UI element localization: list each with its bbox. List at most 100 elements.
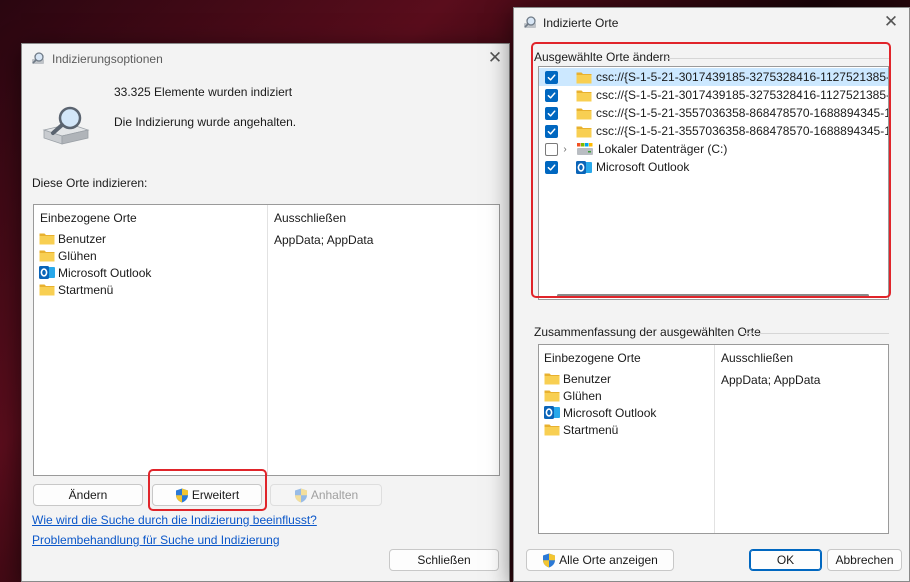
list-item-label: Glühen [58, 248, 97, 263]
tree-item-label: csc://{S-1-5-21-3557036358-868478570-168… [596, 124, 889, 138]
tree-item[interactable]: csc://{S-1-5-21-3557036358-868478570-168… [539, 122, 888, 140]
show-all-locations-button[interactable]: Alle Orte anzeigen [526, 549, 674, 571]
change-locations-group-label: Ausgewählte Orte ändern [534, 50, 671, 64]
checkbox[interactable] [545, 106, 558, 120]
index-locations-label: Diese Orte indizieren: [32, 176, 148, 190]
checkbox[interactable] [545, 160, 558, 174]
tree-item-label: Lokaler Datenträger (C:) [598, 142, 728, 156]
list-item-label: Benutzer [58, 231, 107, 246]
list-item-label: Microsoft Outlook [58, 265, 152, 280]
indexing-options-icon [522, 15, 538, 31]
tree-item[interactable]: Microsoft Outlook [539, 158, 888, 176]
change-button-label: Ändern [68, 488, 108, 502]
locations-tree[interactable]: csc://{S-1-5-21-3017439185-3275328416-11… [538, 66, 889, 300]
search-impact-link[interactable]: Wie wird die Suche durch die Indizierung… [32, 513, 317, 527]
indexed-locations-window: Indizierte Orte ✕ Ausgewählte Orte änder… [513, 7, 910, 582]
tree-item-label: csc://{S-1-5-21-3557036358-868478570-168… [596, 106, 889, 120]
group-divider [666, 58, 889, 59]
checkbox[interactable] [545, 70, 558, 84]
indexing-options-window: Indizierungsoptionen ✕ 33.325 Elemente w… [21, 43, 510, 582]
folder-icon [544, 372, 560, 385]
included-column-header: Einbezogene Orte [40, 211, 137, 225]
folder-icon [576, 125, 592, 138]
list-item: Benutzer [39, 230, 106, 247]
group-divider [743, 333, 889, 334]
horizontal-scrollbar[interactable] [557, 294, 869, 297]
outlook-icon [576, 160, 592, 175]
advanced-button-label: Erweitert [191, 488, 240, 502]
folder-icon [544, 423, 560, 436]
uac-shield-icon [542, 553, 556, 568]
check-icon [547, 127, 556, 136]
tree-item[interactable]: csc://{S-1-5-21-3017439185-3275328416-11… [539, 86, 888, 104]
uac-shield-icon [175, 488, 189, 503]
tree-item-label: csc://{S-1-5-21-3017439185-3275328416-11… [596, 88, 889, 102]
list-item: Glühen [39, 247, 97, 264]
window-title: Indizierte Orte [543, 16, 619, 30]
list-item: Startmenü [544, 421, 618, 438]
check-icon [547, 163, 556, 172]
column-divider [714, 345, 715, 533]
tree-item[interactable]: › Lokaler Datenträger (C:) [539, 140, 888, 158]
column-divider [267, 205, 268, 475]
tree-item[interactable]: csc://{S-1-5-21-3017439185-3275328416-11… [539, 68, 888, 86]
folder-icon [39, 283, 55, 296]
ok-button[interactable]: OK [749, 549, 822, 571]
summary-group-label: Zusammenfassung der ausgewählten Orte [534, 325, 761, 339]
tree-item-label: Microsoft Outlook [596, 160, 690, 174]
outlook-icon [544, 405, 560, 420]
included-column-header: Einbezogene Orte [544, 351, 641, 365]
excluded-column-header: Ausschließen [721, 351, 794, 365]
check-icon [547, 91, 556, 100]
list-item-label: Microsoft Outlook [563, 405, 657, 420]
chevron-right-icon[interactable]: › [558, 144, 572, 155]
change-button[interactable]: Ändern [33, 484, 143, 506]
check-icon [547, 109, 556, 118]
list-item: Microsoft Outlook [544, 404, 656, 421]
show-all-locations-label: Alle Orte anzeigen [559, 553, 658, 567]
folder-icon [576, 89, 592, 102]
list-item: Glühen [544, 387, 602, 404]
ok-button-label: OK [776, 553, 795, 567]
excluded-column-header: Ausschließen [274, 211, 347, 225]
indexed-count-text: 33.325 Elemente wurden indiziert [114, 85, 293, 99]
folder-icon [39, 249, 55, 262]
advanced-button[interactable]: Erweitert [152, 484, 262, 506]
folder-icon [39, 232, 55, 245]
close-icon[interactable]: ✕ [483, 48, 507, 70]
close-button[interactable]: Schließen [389, 549, 499, 571]
cancel-button-label: Abbrechen [835, 553, 894, 567]
cancel-button[interactable]: Abbrechen [827, 549, 902, 571]
folder-icon [544, 389, 560, 402]
close-icon[interactable]: ✕ [879, 12, 903, 34]
troubleshoot-link[interactable]: Problembehandlung für Suche und Indizier… [32, 533, 280, 547]
summary-list[interactable]: Einbezogene Orte Ausschließen AppData; A… [538, 344, 889, 534]
outlook-icon [39, 265, 55, 280]
checkbox[interactable] [545, 124, 558, 138]
window-title: Indizierungsoptionen [52, 52, 163, 66]
list-item: Startmenü [39, 281, 113, 298]
tree-item[interactable]: csc://{S-1-5-21-3557036358-868478570-168… [539, 104, 888, 122]
checkbox[interactable] [545, 88, 558, 102]
list-item: Benutzer [544, 370, 611, 387]
excluded-value: AppData; AppData [721, 373, 821, 387]
close-button-label: Schließen [417, 553, 471, 567]
list-item: Microsoft Outlook [39, 264, 151, 281]
indexing-status-icon [42, 106, 90, 145]
list-item-label: Glühen [563, 388, 602, 403]
title-bar[interactable]: Indizierungsoptionen ✕ [22, 44, 509, 74]
indexing-state-text: Die Indizierung wurde angehalten. [114, 115, 297, 129]
included-locations-list[interactable]: Einbezogene Orte Ausschließen AppData; A… [33, 204, 500, 476]
list-item-label: Startmenü [563, 422, 619, 437]
title-bar[interactable]: Indizierte Orte ✕ [514, 8, 909, 38]
folder-icon [576, 71, 592, 84]
list-item-label: Startmenü [58, 282, 114, 297]
pause-button[interactable]: Anhalten [270, 484, 382, 506]
uac-shield-icon [294, 488, 308, 503]
drive-icon [576, 142, 594, 156]
indexing-options-icon [30, 51, 46, 67]
checkbox[interactable] [545, 142, 558, 156]
list-item-label: Benutzer [563, 371, 612, 386]
pause-button-label: Anhalten [310, 488, 359, 502]
check-icon [547, 73, 556, 82]
